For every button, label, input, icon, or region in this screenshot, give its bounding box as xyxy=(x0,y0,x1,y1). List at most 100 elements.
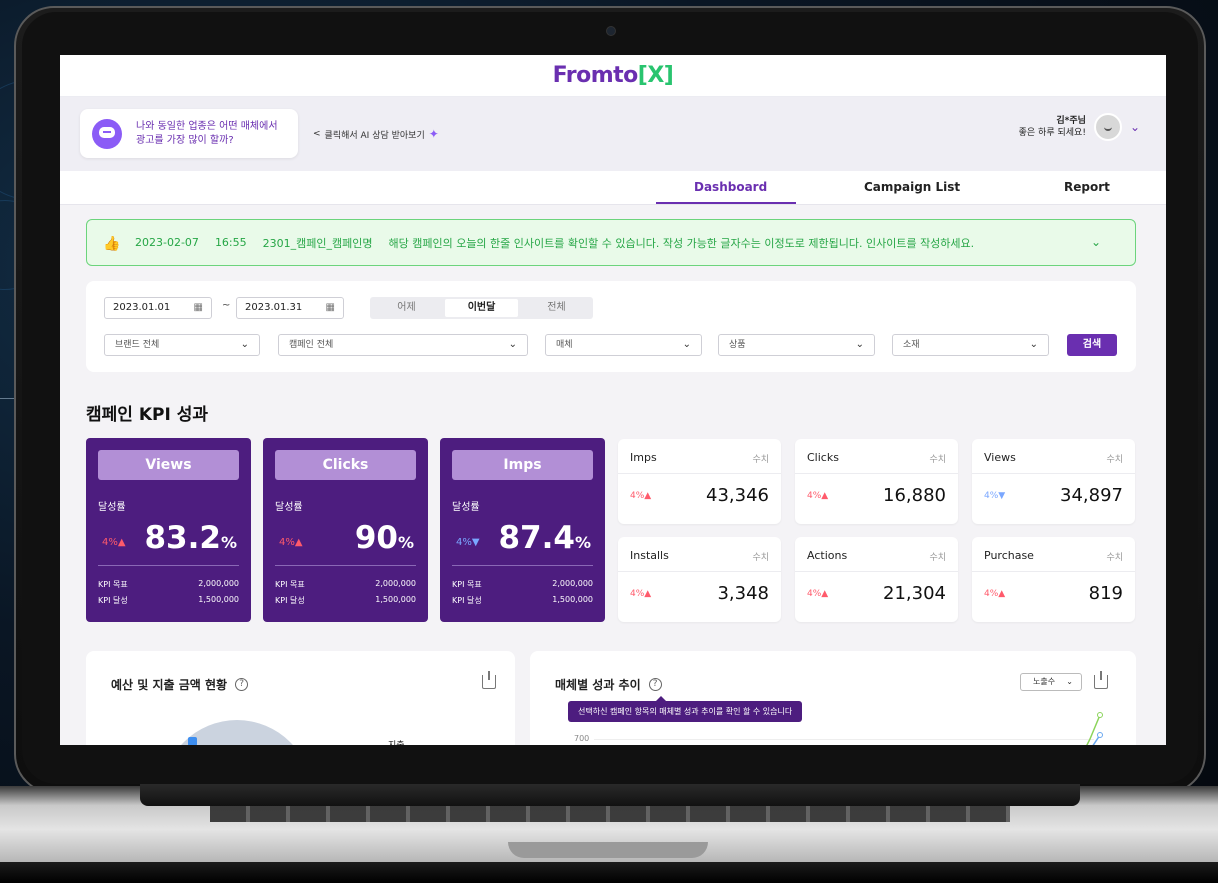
tab-report[interactable]: Report xyxy=(1064,180,1110,194)
y-axis-tick: 700 xyxy=(574,734,590,743)
kpi-target-label: KPI 목표 xyxy=(275,580,305,589)
chevron-down-icon: ⌄ xyxy=(1066,677,1073,686)
tab-dashboard[interactable]: Dashboard xyxy=(694,180,767,194)
kpi-actual-value: 1,500,000 xyxy=(198,595,239,604)
kpi-card-views[interactable]: Views 달성률 4%▲ 83.2% KPI 목표 2,000,000 KPI … xyxy=(86,438,251,622)
active-tab-indicator xyxy=(656,202,796,204)
help-icon[interactable]: ? xyxy=(648,678,662,691)
media-select[interactable]: 매체 ⌄ xyxy=(545,334,702,356)
metric-change: 4%▼ xyxy=(984,491,1005,501)
change-value: 4% xyxy=(807,589,822,599)
kpi-actual-label: KPI 달성 xyxy=(98,596,128,605)
metric-name: Imps xyxy=(630,451,657,464)
arrow-up-icon: ▲ xyxy=(821,589,829,599)
end-date-value: 2023.01.31 xyxy=(245,302,303,313)
kpi-card-imps[interactable]: Imps 달성률 4%▼ 87.4% KPI 목표 2,000,000 KPI 달… xyxy=(440,438,605,622)
pie-marker xyxy=(188,737,197,745)
logo-bracket: ] xyxy=(663,63,674,88)
metric-card-clicks[interactable]: Clicks 수치 4%▲ 16,880 xyxy=(795,439,958,524)
metric-unit: 수치 xyxy=(752,553,769,563)
tab-campaign-list[interactable]: Campaign List xyxy=(864,180,960,194)
metric-select[interactable]: 노출수 ⌄ xyxy=(1020,673,1082,691)
date-separator: ~ xyxy=(222,300,231,311)
kpi-actual-value: 1,500,000 xyxy=(375,595,416,604)
logo-x: X xyxy=(647,63,664,88)
insight-time: 16:55 xyxy=(214,236,247,249)
metric-value: 16,880 xyxy=(883,485,946,506)
kpi-target-row: KPI 목표 2,000,000 xyxy=(98,579,239,590)
kpi-actual-row: KPI 달성 1,500,000 xyxy=(275,595,416,606)
arrow-up-icon: ▲ xyxy=(998,589,1006,599)
chevron-down-icon[interactable]: ⌄ xyxy=(1091,235,1101,249)
metric-card-views[interactable]: Views 수치 4%▼ 34,897 xyxy=(972,439,1135,524)
ai-consult-link-label: 클릭해서 AI 상담 받아보기 xyxy=(324,130,425,141)
user-menu[interactable]: 김*주님 좋은 하루 되세요! ⌄ xyxy=(1019,113,1140,141)
budget-pie-chart xyxy=(162,720,312,745)
kpi-card-clicks[interactable]: Clicks 달성률 4%▲ 90% KPI 목표 2,000,000 KPI 달… xyxy=(263,438,428,622)
ai-consult-link[interactable]: < 클릭해서 AI 상담 받아보기 ✦ xyxy=(313,127,439,141)
kpi-target-row: KPI 목표 2,000,000 xyxy=(275,579,416,590)
download-icon[interactable] xyxy=(1094,671,1108,689)
header: 나와 동일한 업종은 어떤 매체에서 광고를 가장 많이 할까? < 클릭해서 … xyxy=(60,97,1166,171)
start-date-value: 2023.01.01 xyxy=(113,302,171,313)
change-rate: 4%▲ xyxy=(102,537,126,548)
logo-text: Fromto xyxy=(552,63,639,88)
metric-unit: 수치 xyxy=(1106,455,1123,465)
insight-date: 2023-02-07 xyxy=(135,236,199,249)
metric-card-actions[interactable]: Actions 수치 4%▲ 21,304 xyxy=(795,537,958,622)
laptop-hinge xyxy=(140,784,1080,806)
avatar[interactable] xyxy=(1093,113,1122,141)
trend-point xyxy=(1097,712,1103,718)
achieve-label: 달성률 xyxy=(98,502,126,513)
trend-point xyxy=(1097,732,1103,738)
search-button[interactable]: 검색 xyxy=(1067,334,1117,356)
material-select[interactable]: 소재 ⌄ xyxy=(892,334,1049,356)
calendar-icon: ▦ xyxy=(193,302,203,313)
arrow-down-icon: ▼ xyxy=(471,537,480,548)
filter-panel: 2023.01.01 ▦ ~ 2023.01.31 ▦ 어제 이번달 전체 브랜… xyxy=(86,281,1136,372)
media-trend-title-text: 매체별 성과 추이 xyxy=(555,678,641,692)
kpi-target-label: KPI 목표 xyxy=(452,580,482,589)
arrow-up-icon: ▲ xyxy=(644,589,652,599)
budget-panel: 예산 및 지출 금액 현황? 지출 xyxy=(86,651,515,745)
metric-card-purchase[interactable]: Purchase 수치 4%▲ 819 xyxy=(972,537,1135,622)
achieve-rate-value: 87.4 xyxy=(498,520,575,556)
media-trend-title: 매체별 성과 추이? xyxy=(555,676,662,693)
insight-message: 해당 캠페인의 오늘의 한줄 인사이트를 확인할 수 있습니다. 작성 가능한 … xyxy=(388,236,975,250)
brand-select[interactable]: 브랜드 전체 ⌄ xyxy=(104,334,260,356)
download-icon[interactable] xyxy=(482,671,496,689)
metric-name: Installs xyxy=(630,549,669,562)
metric-card-imps[interactable]: Imps 수치 4%▲ 43,346 xyxy=(618,439,781,524)
percent-sign: % xyxy=(397,533,414,552)
ai-question-box[interactable]: 나와 동일한 업종은 어떤 매체에서 광고를 가장 많이 할까? xyxy=(80,109,298,158)
help-icon[interactable]: ? xyxy=(235,678,249,691)
metric-value: 34,897 xyxy=(1060,485,1123,506)
user-name: 김*주님 xyxy=(1056,116,1086,126)
chevron-down-icon: ⌄ xyxy=(682,339,691,350)
product-select[interactable]: 상품 ⌄ xyxy=(718,334,875,356)
range-all[interactable]: 전체 xyxy=(520,297,593,319)
metric-unit: 수치 xyxy=(929,553,946,563)
range-yesterday[interactable]: 어제 xyxy=(370,297,443,319)
metric-card-installs[interactable]: Installs 수치 4%▲ 3,348 xyxy=(618,537,781,622)
end-date-input[interactable]: 2023.01.31 ▦ xyxy=(236,297,344,319)
thumbs-up-icon: 👍 xyxy=(103,235,121,252)
start-date-input[interactable]: 2023.01.01 ▦ xyxy=(104,297,212,319)
campaign-select[interactable]: 캠페인 전체 ⌄ xyxy=(278,334,528,356)
achieve-rate: 83.2% xyxy=(144,520,237,556)
chevron-down-icon[interactable]: ⌄ xyxy=(1130,120,1140,134)
legend-spend: 지출 xyxy=(388,738,405,745)
chatbot-icon xyxy=(92,118,122,149)
webcam xyxy=(606,26,616,36)
chevron-left-icon: < xyxy=(313,129,321,139)
change-value: 4% xyxy=(807,491,822,501)
main-nav: Dashboard Campaign List Report xyxy=(60,171,1166,205)
metric-unit: 수치 xyxy=(1106,553,1123,563)
brand-logo[interactable]: Fromto[X] xyxy=(553,63,674,88)
budget-title: 예산 및 지출 금액 현황? xyxy=(111,676,249,693)
trend-lines xyxy=(1086,712,1103,745)
kpi-actual-row: KPI 달성 1,500,000 xyxy=(452,595,593,606)
material-select-value: 소재 xyxy=(903,340,920,350)
range-this-month[interactable]: 이번달 xyxy=(445,299,518,317)
insight-banner[interactable]: 👍 2023-02-07 16:55 2301_캠페인_캠페인명 해당 캠페인의… xyxy=(86,219,1136,266)
